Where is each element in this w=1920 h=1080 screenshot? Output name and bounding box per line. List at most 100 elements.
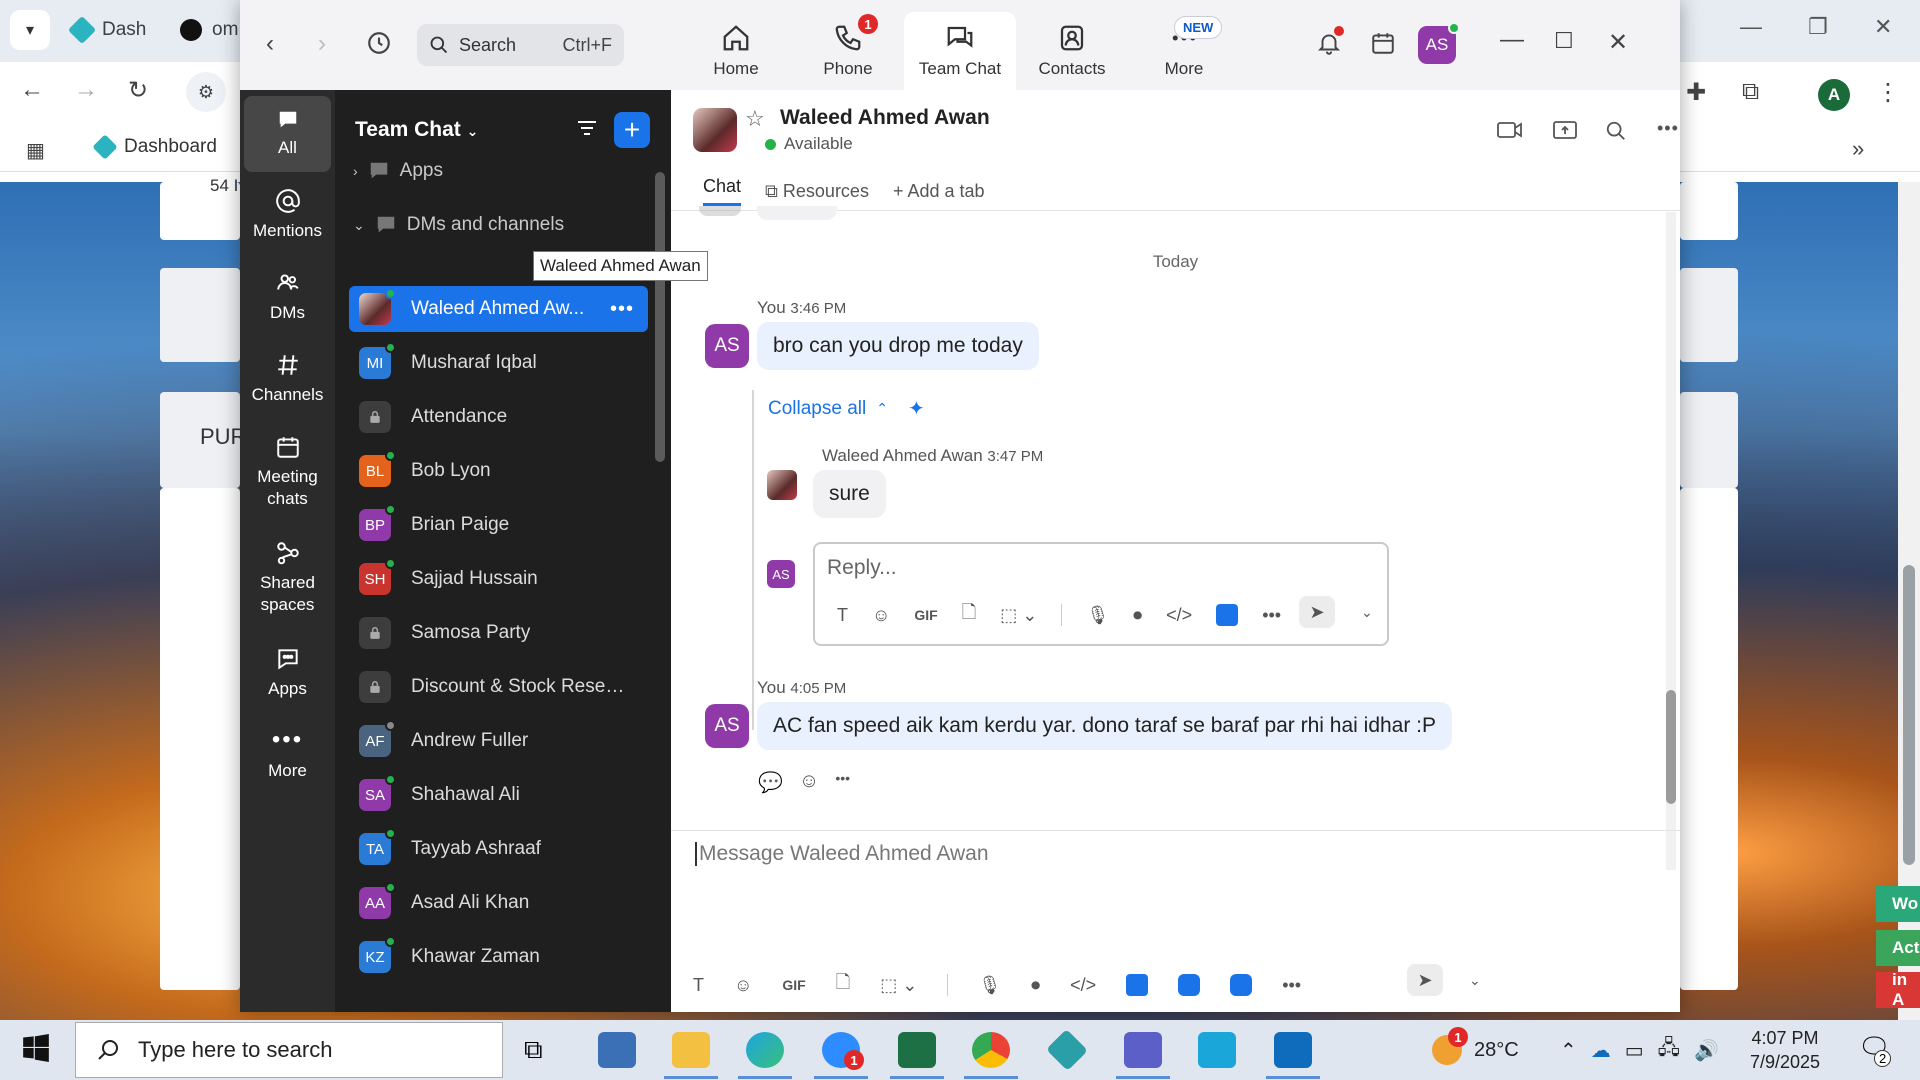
chat-item-waleed[interactable]: Waleed Ahmed Aw... •••: [349, 286, 648, 332]
send-icon[interactable]: ➤: [1299, 596, 1335, 628]
file-icon[interactable]: 🗋: [962, 600, 976, 630]
chevron-up-icon[interactable]: ⌃: [1560, 1038, 1577, 1063]
whiteboard-icon[interactable]: [1178, 974, 1201, 996]
chat-item-khawar[interactable]: KZ Khawar Zaman: [349, 934, 648, 980]
avatar[interactable]: AS: [705, 324, 749, 368]
more-dots-icon[interactable]: •••: [835, 770, 850, 795]
filter-icon[interactable]: [575, 116, 599, 145]
close-icon[interactable]: ✕: [1874, 14, 1892, 40]
share-screen-icon[interactable]: [1553, 120, 1577, 148]
more-dots-icon[interactable]: •••: [1282, 975, 1301, 996]
zoom-app-icon[interactable]: 1: [822, 1032, 864, 1070]
chrome-icon[interactable]: [972, 1032, 1010, 1068]
taskbar-search[interactable]: Type here to search: [75, 1022, 503, 1078]
calendar-icon[interactable]: [1370, 30, 1396, 63]
rail-apps[interactable]: Apps: [244, 646, 331, 700]
app-icon[interactable]: [1230, 974, 1253, 996]
more-bookmarks-icon[interactable]: »: [1852, 136, 1864, 162]
chat-list-title[interactable]: Team Chat ⌄: [355, 118, 478, 142]
chat-scrollbar[interactable]: [1666, 212, 1676, 870]
video-message-icon[interactable]: ⏺: [1133, 605, 1142, 626]
contact-name[interactable]: Waleed Ahmed Awan: [780, 106, 990, 130]
app-s-icon[interactable]: [1198, 1032, 1236, 1068]
search-input[interactable]: Search Ctrl+F: [417, 24, 624, 66]
chat-item-samosa[interactable]: Samosa Party: [349, 610, 648, 656]
teams-icon[interactable]: [1124, 1032, 1162, 1068]
chat-item-sajjad[interactable]: SH Sajjad Hussain: [349, 556, 648, 602]
chevron-down-icon[interactable]: ⌄: [1469, 972, 1481, 989]
excel-icon[interactable]: [898, 1032, 936, 1068]
page-scrollbar-thumb[interactable]: [1903, 565, 1915, 865]
message-bubble[interactable]: bro can you drop me today: [757, 322, 1039, 370]
forward-arrow-icon[interactable]: ›: [318, 30, 326, 58]
notifications-bell-icon[interactable]: [1316, 26, 1344, 63]
restore-icon[interactable]: ❐: [1808, 14, 1828, 40]
section-dms-channels[interactable]: ⌄ DMs and channels: [353, 214, 564, 236]
chat-item-brian[interactable]: BP Brian Paige: [349, 502, 648, 548]
battery-icon[interactable]: ▭: [1625, 1038, 1644, 1063]
more-dots-icon[interactable]: •••: [1262, 605, 1281, 626]
windows-start-icon[interactable]: [22, 1034, 50, 1067]
chat-item-attendance[interactable]: Attendance: [349, 394, 648, 440]
collapse-all-button[interactable]: Collapse all ⌃ ✦: [768, 396, 925, 421]
docs-icon[interactable]: [1126, 974, 1149, 996]
tab-chat[interactable]: Chat: [703, 176, 742, 206]
clock[interactable]: 4:07 PM 7/9/2025: [1750, 1026, 1820, 1075]
profile-avatar[interactable]: AS: [1418, 22, 1460, 64]
video-message-icon[interactable]: ⏺: [1031, 975, 1040, 996]
code-icon[interactable]: </>: [1070, 975, 1096, 996]
rail-more[interactable]: ••• More: [244, 728, 331, 782]
rail-all[interactable]: All: [244, 96, 331, 172]
chat-scrollbar-thumb[interactable]: [1666, 690, 1676, 804]
minimize-icon[interactable]: —: [1740, 14, 1762, 40]
chat-item-bob[interactable]: BL Bob Lyon: [349, 448, 648, 494]
forward-arrow-icon[interactable]: →: [74, 76, 98, 104]
rail-meeting-chats[interactable]: Meeting chats: [244, 434, 331, 510]
more-options-icon[interactable]: •••: [610, 298, 634, 321]
reload-icon[interactable]: ↻: [128, 76, 148, 105]
screenshot-icon[interactable]: ⬚ ⌄: [1000, 605, 1037, 626]
search-icon[interactable]: [1605, 120, 1627, 148]
microphone-icon[interactable]: 🎙: [1086, 605, 1109, 626]
avatar[interactable]: [767, 470, 797, 500]
chat-item-musharaf[interactable]: MI Musharaf Iqbal: [349, 340, 648, 386]
video-call-icon[interactable]: [1497, 120, 1523, 146]
microphone-icon[interactable]: 🎙: [978, 975, 1001, 996]
app-diamond-icon[interactable]: [1046, 1029, 1088, 1071]
text-format-icon[interactable]: T: [693, 975, 704, 996]
notification-center-icon[interactable]: 🗨 2: [1858, 1032, 1892, 1067]
sparkle-icon[interactable]: ✦: [908, 396, 925, 421]
close-icon[interactable]: ✕: [1608, 28, 1628, 57]
chat-item-asad[interactable]: AA Asad Ali Khan: [349, 880, 648, 926]
back-arrow-icon[interactable]: ‹: [266, 30, 274, 58]
rail-shared-spaces[interactable]: Shared spaces: [244, 540, 331, 616]
emoji-icon[interactable]: ☺: [734, 975, 752, 996]
tab-home[interactable]: Home: [680, 12, 792, 90]
back-arrow-icon[interactable]: ←: [20, 76, 44, 104]
tab-search-button[interactable]: ▾: [10, 10, 50, 50]
emoji-icon[interactable]: ☺: [872, 605, 890, 626]
reply-input[interactable]: Reply... T ☺ GIF 🗋 ⬚ ⌄ 🎙 ⏺ </> ••• ➤ ⌄: [813, 542, 1389, 646]
file-explorer-icon[interactable]: [672, 1032, 710, 1068]
weather-widget[interactable]: 1 28°C: [1432, 1020, 1519, 1080]
avatar[interactable]: AS: [705, 704, 749, 748]
more-options-icon[interactable]: •••: [1657, 118, 1679, 139]
reply-thread-icon[interactable]: 💬: [758, 770, 783, 795]
chat-item-tayyab[interactable]: TA Tayyab Ashraaf: [349, 826, 648, 872]
section-apps[interactable]: › Apps: [353, 160, 443, 182]
apps-grid-icon[interactable]: ▦: [26, 138, 45, 163]
bookmark-dashboard[interactable]: Dashboard: [92, 134, 217, 160]
chat-list-scrollbar[interactable]: [655, 172, 665, 462]
gif-icon[interactable]: GIF: [914, 607, 937, 623]
new-chat-button[interactable]: +: [614, 112, 650, 148]
send-icon[interactable]: ➤: [1407, 964, 1443, 996]
tab-more[interactable]: More NEW: [1128, 12, 1240, 90]
onedrive-cloud-icon[interactable]: ☁: [1591, 1038, 1611, 1063]
site-settings-icon[interactable]: ⚙: [186, 72, 226, 112]
outlook-icon[interactable]: [1274, 1032, 1312, 1068]
edge-icon[interactable]: [746, 1032, 784, 1068]
tab-team-chat[interactable]: Team Chat: [904, 12, 1016, 90]
chevron-down-icon[interactable]: ⌄: [1361, 604, 1373, 621]
rail-mentions[interactable]: Mentions: [244, 188, 331, 242]
volume-icon[interactable]: 🔊: [1694, 1038, 1719, 1063]
